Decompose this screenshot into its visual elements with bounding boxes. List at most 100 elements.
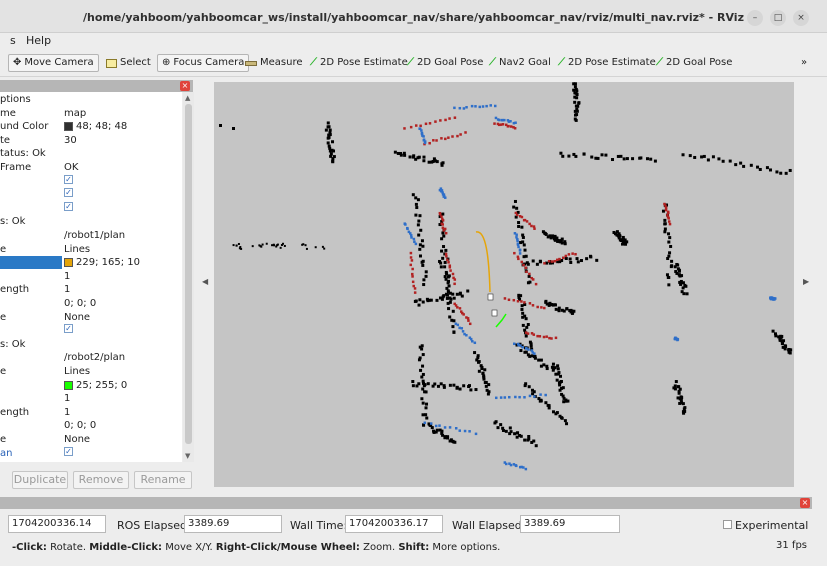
- property-value[interactable]: 1: [64, 406, 70, 419]
- display-property-row[interactable]: ✓: [0, 201, 182, 216]
- display-property-row[interactable]: ength 1: [0, 283, 182, 297]
- property-value[interactable]: ✓: [64, 446, 76, 456]
- display-property-row[interactable]: ✓: [0, 324, 182, 338]
- display-property-row[interactable]: 229; 165; 10: [0, 256, 182, 270]
- display-property-row[interactable]: tatus: Ok: [0, 147, 182, 161]
- property-value[interactable]: /robot2/plan: [64, 351, 125, 364]
- display-property-row[interactable]: te 30: [0, 134, 182, 148]
- left-splitter[interactable]: ◀: [198, 77, 212, 491]
- collapse-left-icon[interactable]: ◀: [202, 277, 208, 286]
- menu-panels[interactable]: s: [10, 34, 16, 47]
- measure-tool[interactable]: Measure: [245, 55, 303, 71]
- property-value[interactable]: 0; 0; 0: [64, 419, 96, 432]
- scroll-up-icon[interactable]: ▲: [185, 94, 190, 102]
- display-property-row[interactable]: ptions: [0, 93, 182, 107]
- property-value[interactable]: Lines: [64, 365, 90, 378]
- property-checkbox[interactable]: ✓: [64, 201, 73, 211]
- goal-pose-tool-1[interactable]: ⟋ 2D Goal Pose: [407, 55, 483, 71]
- color-swatch[interactable]: [64, 380, 73, 390]
- property-checkbox[interactable]: ✓: [64, 174, 73, 184]
- color-swatch[interactable]: [64, 122, 73, 132]
- display-property-row[interactable]: 1: [0, 392, 182, 406]
- close-panel-icon[interactable]: ×: [180, 81, 190, 91]
- display-property-row[interactable]: ✓: [0, 188, 182, 202]
- ros-elapsed-field[interactable]: 3389.69: [184, 515, 282, 533]
- display-property-row[interactable]: s: Ok: [0, 338, 182, 352]
- select-tool[interactable]: Select: [106, 55, 151, 71]
- display-property-row[interactable]: 0; 0; 0: [0, 419, 182, 433]
- display-property-row[interactable]: me map: [0, 107, 182, 121]
- move-camera-tool[interactable]: ✥ Move Camera: [8, 54, 99, 72]
- display-property-row[interactable]: ength 1: [0, 406, 182, 420]
- maximize-button[interactable]: □: [770, 10, 786, 26]
- display-property-row[interactable]: e None: [0, 311, 182, 325]
- displays-tree[interactable]: ptions me map und Color 48; 48; 48 te 30 tatus:…: [0, 92, 182, 462]
- property-value[interactable]: 1: [64, 270, 70, 283]
- display-property-row[interactable]: an ✓: [0, 446, 182, 461]
- display-property-row[interactable]: s: Ok: [0, 215, 182, 229]
- nav2-goal-tool[interactable]: ⟋ Nav2 Goal: [489, 55, 551, 71]
- minimize-button[interactable]: –: [747, 10, 763, 26]
- property-value[interactable]: ✓: [64, 188, 76, 198]
- right-splitter[interactable]: ▶: [797, 77, 812, 491]
- map-canvas[interactable]: [214, 82, 794, 487]
- display-property-row[interactable]: /robot1/plan: [0, 229, 182, 243]
- wall-time-field[interactable]: 1704200336.17: [345, 515, 443, 533]
- menu-help[interactable]: Help: [26, 34, 51, 47]
- pose-estimate-tool-1[interactable]: ⟋ 2D Pose Estimate: [310, 55, 408, 71]
- property-value[interactable]: 48; 48; 48: [64, 120, 127, 133]
- obstacle-cell: [645, 157, 649, 161]
- display-property-row[interactable]: e Lines: [0, 243, 182, 257]
- property-value[interactable]: 0; 0; 0: [64, 297, 96, 310]
- ros-time-field[interactable]: 1704200336.14: [8, 515, 106, 533]
- property-value[interactable]: OK: [64, 161, 78, 174]
- displays-scrollbar[interactable]: ▲ ▼: [183, 92, 194, 462]
- goal-pose-tool-2[interactable]: ⟋ 2D Goal Pose: [656, 55, 732, 71]
- scrollbar-thumb[interactable]: [185, 104, 192, 444]
- property-value[interactable]: 25; 255; 0: [64, 379, 127, 392]
- property-value[interactable]: map: [64, 107, 86, 120]
- display-property-row[interactable]: e None: [0, 433, 182, 447]
- rename-button[interactable]: Rename: [134, 471, 192, 489]
- display-property-row[interactable]: e Lines: [0, 365, 182, 379]
- display-property-row[interactable]: 0; 0; 0: [0, 297, 182, 311]
- property-value[interactable]: /robot1/plan: [64, 229, 125, 242]
- duplicate-button[interactable]: Duplicate: [12, 471, 68, 489]
- obstacle-cell: [669, 265, 673, 269]
- property-value[interactable]: Lines: [64, 243, 90, 256]
- property-value[interactable]: 30: [64, 134, 77, 147]
- property-value[interactable]: None: [64, 311, 90, 324]
- focus-camera-tool[interactable]: ⊕ Focus Camera: [157, 54, 250, 72]
- display-property-row[interactable]: ✓: [0, 174, 182, 189]
- obstacle-cell: [451, 309, 455, 313]
- property-value[interactable]: ✓: [64, 324, 76, 334]
- obstacle-cell: [420, 239, 424, 243]
- remove-button[interactable]: Remove: [73, 471, 129, 489]
- property-checkbox[interactable]: ✓: [64, 324, 73, 334]
- display-property-row[interactable]: 25; 255; 0: [0, 379, 182, 393]
- scroll-down-icon[interactable]: ▼: [185, 452, 190, 460]
- property-value[interactable]: ✓: [64, 174, 76, 184]
- close-time-panel-icon[interactable]: ×: [800, 498, 810, 508]
- property-value[interactable]: 1: [64, 392, 70, 405]
- display-property-row[interactable]: und Color 48; 48; 48: [0, 120, 182, 134]
- display-property-row[interactable]: /robot2/plan: [0, 351, 182, 365]
- color-swatch[interactable]: [64, 258, 73, 268]
- toolbar-overflow-button[interactable]: »: [801, 55, 807, 71]
- property-value[interactable]: None: [64, 433, 90, 446]
- close-button[interactable]: ×: [793, 10, 809, 26]
- experimental-checkbox[interactable]: [723, 520, 732, 529]
- display-property-row[interactable]: Frame OK: [0, 161, 182, 175]
- property-value[interactable]: 1: [64, 283, 70, 296]
- property-checkbox[interactable]: ✓: [64, 446, 73, 456]
- property-value[interactable]: 229; 165; 10: [64, 256, 140, 269]
- display-property-row[interactable]: 1: [0, 270, 182, 284]
- obstacle-cell: [521, 323, 525, 327]
- pose-estimate-tool-2[interactable]: ⟋ 2D Pose Estimate: [558, 55, 656, 71]
- obstacle-cell: [435, 160, 439, 164]
- property-checkbox[interactable]: ✓: [64, 188, 73, 198]
- wall-elapsed-field[interactable]: 3389.69: [520, 515, 620, 533]
- collapse-right-icon[interactable]: ▶: [803, 277, 809, 286]
- render-viewport[interactable]: [214, 82, 794, 487]
- property-value[interactable]: ✓: [64, 201, 76, 211]
